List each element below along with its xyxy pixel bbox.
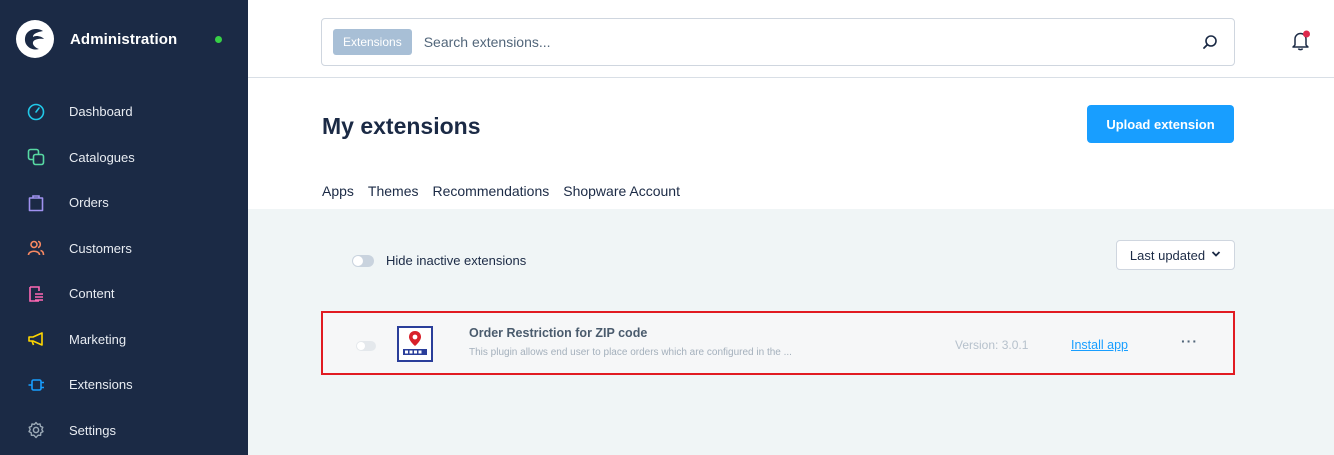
tab-themes[interactable]: Themes [368, 183, 419, 207]
sidebar-item-customers[interactable]: Customers [0, 226, 248, 272]
top-bar: Extensions [248, 0, 1334, 78]
tab-shopware-account[interactable]: Shopware Account [563, 183, 680, 207]
search-bar: Extensions [321, 18, 1235, 66]
sidebar-item-dashboard[interactable]: Dashboard [0, 89, 248, 135]
online-status-dot [215, 36, 222, 43]
sidebar-item-orders[interactable]: Orders [0, 180, 248, 226]
sort-select[interactable]: Last updated [1116, 240, 1235, 270]
extension-name: Order Restriction for ZIP code [469, 326, 648, 340]
shopware-logo-icon[interactable] [16, 20, 54, 58]
upload-extension-button[interactable]: Upload extension [1087, 105, 1234, 143]
sidebar-item-label: Dashboard [69, 104, 133, 120]
sidebar-header: Administration [0, 0, 248, 78]
hide-inactive-switch[interactable] [352, 254, 374, 267]
dashboard-icon [26, 102, 46, 122]
sort-select-value: Last updated [1129, 247, 1206, 263]
search-icon[interactable] [1200, 32, 1220, 52]
sidebar-item-label: Catalogues [69, 149, 135, 165]
sidebar-item-label: Marketing [69, 331, 127, 347]
extensions-panel: Hide inactive extensions Last updated Or… [248, 209, 1334, 455]
search-input[interactable] [423, 34, 1124, 50]
sidebar-item-extensions[interactable]: Extensions [0, 362, 248, 408]
sidebar-item-label: Settings [69, 422, 116, 438]
install-app-link[interactable]: Install app [1071, 338, 1128, 352]
extension-description: This plugin allows end user to place ord… [469, 347, 792, 358]
sidebar-nav: Dashboard Catalogues Orders Customers Co… [0, 89, 248, 453]
notification-bell-icon[interactable] [1290, 30, 1312, 52]
catalogues-icon [26, 147, 46, 167]
tab-recommendations[interactable]: Recommendations [433, 183, 550, 207]
sidebar-title: Administration [70, 30, 178, 48]
sidebar: Administration Dashboard Catalogues Orde… [0, 0, 248, 455]
sidebar-item-catalogues[interactable]: Catalogues [0, 135, 248, 181]
customers-icon [26, 238, 46, 258]
orders-icon [26, 193, 46, 213]
app-root: Administration Dashboard Catalogues Orde… [0, 0, 1334, 455]
page-title: My extensions [322, 113, 481, 139]
sidebar-item-label: Orders [69, 195, 109, 211]
tab-apps[interactable]: Apps [322, 183, 354, 212]
extension-logo-icon [397, 326, 433, 362]
sidebar-item-settings[interactable]: Settings [0, 408, 248, 454]
extension-active-switch[interactable] [356, 341, 376, 351]
extension-tabs: Apps Themes Recommendations Shopware Acc… [322, 183, 694, 212]
content-icon [26, 284, 46, 304]
sidebar-item-marketing[interactable]: Marketing [0, 317, 248, 363]
chevron-down-icon [1211, 250, 1221, 261]
more-options-button[interactable]: ··· [1181, 333, 1198, 349]
search-type-badge[interactable]: Extensions [333, 29, 412, 55]
extension-version: Version: 3.0.1 [955, 338, 1029, 352]
sidebar-item-label: Customers [69, 240, 132, 256]
extension-row: Order Restriction for ZIP code This plug… [321, 311, 1235, 375]
main-content: My extensions Upload extension Apps Them… [248, 79, 1334, 455]
settings-icon [26, 420, 46, 440]
sidebar-item-label: Extensions [69, 377, 133, 393]
sidebar-item-content[interactable]: Content [0, 271, 248, 317]
sidebar-item-label: Content [69, 286, 115, 302]
hide-inactive-toggle-row: Hide inactive extensions [352, 253, 526, 268]
marketing-icon [26, 329, 46, 349]
hide-inactive-label: Hide inactive extensions [386, 253, 527, 268]
extensions-icon [26, 375, 46, 395]
